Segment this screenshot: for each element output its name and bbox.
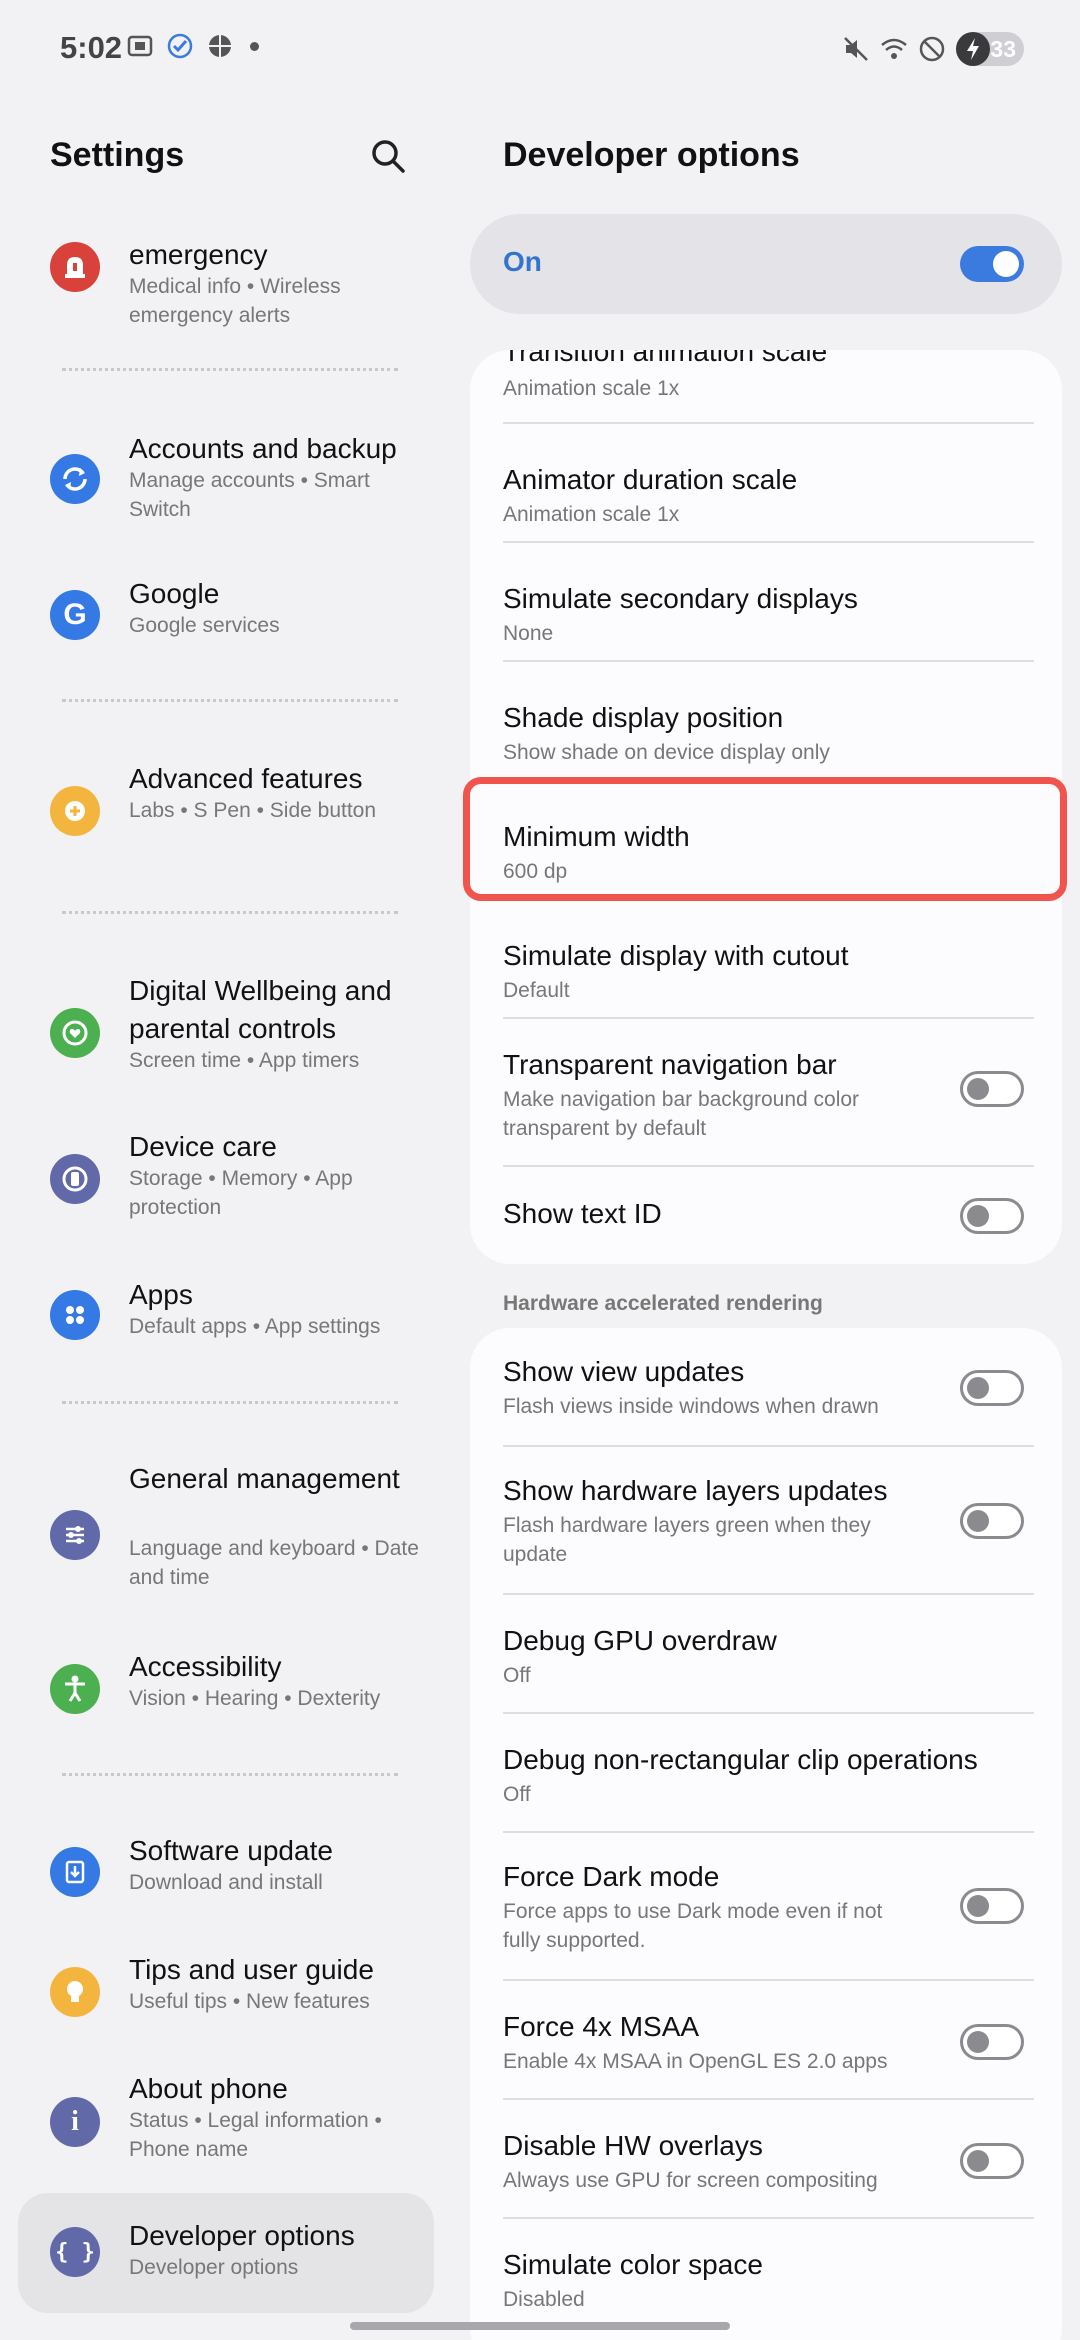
toggle-transparent-navigation-bar[interactable] xyxy=(960,1071,1024,1107)
settings-item-digital-wellbeing[interactable]: Digital Wellbeing and parental controls … xyxy=(0,972,470,1092)
toggle-show-hardware-layers-updates[interactable] xyxy=(960,1503,1024,1539)
sync-icon xyxy=(50,454,100,504)
master-switch-label: On xyxy=(503,246,542,277)
setting-animator-duration-scale[interactable]: Animator duration scale Animation scale … xyxy=(470,424,1062,543)
accessibility-icon xyxy=(50,1664,100,1714)
settings-item-accounts[interactable]: Accounts and backup Manage accounts • Sm… xyxy=(0,430,470,540)
setting-transparent-navigation-bar[interactable]: Transparent navigation bar Make navigati… xyxy=(470,1019,1062,1167)
settings-item-device-care[interactable]: Device care Storage • Memory • App prote… xyxy=(0,1128,470,1238)
settings-card-hw-rendering: Show view updates Flash views inside win… xyxy=(470,1328,1062,2340)
section-divider xyxy=(62,911,398,914)
screenshot-icon xyxy=(127,35,153,57)
settings-item-about-phone[interactable]: i About phone Status • Legal information… xyxy=(0,2070,470,2180)
detail-title: Developer options xyxy=(503,136,800,174)
download-icon xyxy=(50,1847,100,1897)
setting-simulate-color-space[interactable]: Simulate color space Disabled xyxy=(470,2219,1062,2338)
settings-list-pane: Settings emergency Medical info • Wirele… xyxy=(0,100,470,2340)
toggle-force-dark-mode[interactable] xyxy=(960,1888,1024,1924)
wifi-6e-icon xyxy=(881,38,908,59)
heart-circle-icon xyxy=(50,1008,100,1058)
lightbulb-icon xyxy=(50,1967,100,2017)
section-divider xyxy=(62,699,398,702)
setting-show-view-updates[interactable]: Show view updates Flash views inside win… xyxy=(470,1328,1062,1447)
battery-level: 33 xyxy=(990,36,1016,62)
charging-bolt-icon xyxy=(956,32,991,66)
setting-debug-gpu-overdraw[interactable]: Debug GPU overdraw Off xyxy=(470,1595,1062,1714)
settings-item-emergency[interactable]: emergency Medical info • Wireless emerge… xyxy=(0,220,470,330)
master-switch-row[interactable]: On xyxy=(470,214,1062,314)
braces-icon: { } xyxy=(50,2227,100,2277)
page-title: Settings xyxy=(50,136,185,174)
setting-debug-clip-operations[interactable]: Debug non-rectangular clip operations Of… xyxy=(470,1714,1062,1833)
setting-force-dark-mode[interactable]: Force Dark mode Force apps to use Dark m… xyxy=(470,1833,1062,1981)
settings-item-general-management[interactable]: General management Language and keyboard… xyxy=(0,1460,470,1620)
section-divider xyxy=(62,1401,398,1404)
settings-item-google[interactable]: G Google Google services xyxy=(0,575,470,655)
settings-item-developer-options[interactable]: { } Developer options Developer options xyxy=(0,2193,470,2313)
settings-item-tips[interactable]: Tips and user guide Useful tips • New fe… xyxy=(0,1951,470,2031)
siren-icon xyxy=(50,242,100,292)
toggle-show-view-updates[interactable] xyxy=(960,1370,1024,1406)
section-divider xyxy=(62,368,398,371)
developer-options-pane: Developer options On Transition animatio… xyxy=(470,100,1080,2340)
apps-grid-icon xyxy=(50,1290,100,1340)
device-care-icon xyxy=(50,1154,100,1204)
settings-item-software-update[interactable]: Software update Download and install xyxy=(0,1832,470,1912)
notification-dot-icon xyxy=(250,41,259,51)
search-icon[interactable] xyxy=(368,136,408,176)
setting-shade-display-position[interactable]: Shade display position Show shade on dev… xyxy=(470,662,1062,781)
sliders-icon xyxy=(50,1510,100,1560)
check-badge-icon xyxy=(167,33,193,59)
info-icon: i xyxy=(50,2097,100,2147)
status-bar: 5:02 33 xyxy=(0,0,1080,100)
toggle-disable-hw-overlays[interactable] xyxy=(960,2143,1024,2179)
setting-simulate-display-cutout[interactable]: Simulate display with cutout Default xyxy=(470,900,1062,1019)
basketball-icon xyxy=(209,35,231,57)
mute-icon xyxy=(844,37,869,61)
section-header-hw-rendering: Hardware accelerated rendering xyxy=(503,1292,823,1315)
settings-item-advanced-features[interactable]: Advanced features Labs • S Pen • Side bu… xyxy=(0,760,470,870)
setting-simulate-secondary-displays[interactable]: Simulate secondary displays None xyxy=(470,543,1062,662)
status-time: 5:02 xyxy=(60,30,123,65)
toggle-show-text-id[interactable] xyxy=(960,1198,1024,1234)
setting-force-4x-msaa[interactable]: Force 4x MSAA Enable 4x MSAA in OpenGL E… xyxy=(470,1981,1062,2100)
battery-indicator: 33 xyxy=(956,32,1024,66)
setting-disable-hw-overlays[interactable]: Disable HW overlays Always use GPU for s… xyxy=(470,2100,1062,2219)
gear-plus-icon xyxy=(50,786,100,836)
settings-item-accessibility[interactable]: Accessibility Vision • Hearing • Dexteri… xyxy=(0,1648,470,1728)
google-icon: G xyxy=(50,590,100,640)
highlight-box xyxy=(463,777,1067,901)
setting-show-text-id[interactable]: Show text ID xyxy=(470,1167,1062,1264)
settings-item-apps[interactable]: Apps Default apps • App settings xyxy=(0,1276,470,1356)
setting-show-hardware-layers-updates[interactable]: Show hardware layers updates Flash hardw… xyxy=(470,1447,1062,1595)
section-divider xyxy=(62,1773,398,1776)
do-not-disturb-icon xyxy=(920,36,945,62)
toggle-force-4x-msaa[interactable] xyxy=(960,2024,1024,2060)
home-indicator[interactable] xyxy=(350,2322,730,2330)
setting-transition-animation-scale[interactable]: Transition animation scale Animation sca… xyxy=(470,350,1062,424)
master-toggle[interactable] xyxy=(960,246,1024,282)
screen: 5:02 33 Settings emergency Medical info … xyxy=(0,0,1080,2340)
